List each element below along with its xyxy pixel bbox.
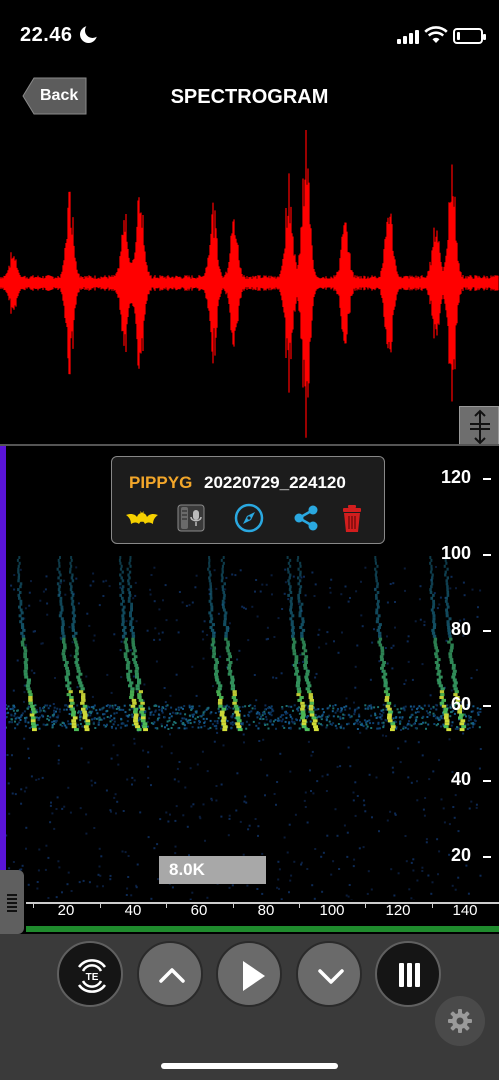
back-button[interactable]: Back <box>22 77 88 115</box>
file-name-label: 20220729_224120 <box>204 473 346 492</box>
time-axis-label: 120 <box>385 902 411 919</box>
play-icon <box>243 961 265 991</box>
time-axis-tick <box>365 902 366 908</box>
frequency-axis-label: 40 <box>450 769 471 789</box>
te-trigger-button[interactable]: TE <box>57 941 123 1007</box>
time-axis-tick <box>33 902 34 908</box>
playback-progress[interactable] <box>26 926 499 932</box>
frequency-readout-value: 8.0K <box>169 860 205 879</box>
frequency-readout: 8.0K <box>159 856 266 884</box>
compass-icon[interactable] <box>232 501 266 535</box>
time-axis-tick <box>299 902 300 908</box>
playback-cursor[interactable] <box>0 446 6 870</box>
do-not-disturb-icon <box>80 23 100 43</box>
frequency-axis-tick <box>483 478 491 480</box>
te-label: TE <box>86 972 99 983</box>
battery-icon <box>453 28 486 44</box>
chevron-up-icon <box>159 968 185 983</box>
frequency-axis-label: 20 <box>450 845 471 865</box>
frequency-axis-label: 120 <box>440 467 471 487</box>
frequency-axis-label: 80 <box>450 619 471 639</box>
home-area <box>0 1030 499 1080</box>
gear-icon <box>448 1009 472 1033</box>
waveform-plot[interactable] <box>0 130 499 445</box>
waveform-trace <box>0 130 499 438</box>
frequency-axis-tick <box>483 554 491 556</box>
time-axis-tick <box>432 902 433 908</box>
cellular-signal-icon <box>397 28 419 44</box>
settings-button[interactable] <box>435 996 485 1046</box>
resize-vertical-icon <box>470 409 490 445</box>
back-label: Back <box>40 87 79 104</box>
bat-icon[interactable] <box>125 501 159 535</box>
down-button[interactable] <box>296 941 362 1007</box>
drawer-handle[interactable] <box>0 870 24 934</box>
te-trigger-icon: TE <box>77 959 107 993</box>
bat-call-sweep <box>296 556 319 732</box>
frequency-axis-label: 60 <box>450 694 471 714</box>
time-axis-tick <box>166 902 167 908</box>
page-title: SPECTROGRAM <box>170 86 329 108</box>
chevron-down-icon <box>318 969 344 984</box>
up-button[interactable] <box>137 941 203 1007</box>
zoom-handle[interactable] <box>459 406 499 446</box>
time-axis-tick <box>100 902 101 908</box>
status-bar: 22.46 <box>0 0 499 70</box>
time-axis-label: 140 <box>452 902 478 919</box>
species-label: PIPPYG <box>129 473 193 492</box>
time-axis-tick <box>233 902 234 908</box>
time-axis-label: 80 <box>257 902 275 919</box>
pause-bars-button[interactable] <box>375 941 441 1007</box>
time-axis-label: 40 <box>124 902 142 919</box>
bat-call-sweep <box>220 556 243 732</box>
frequency-axis-label: 100 <box>440 543 471 563</box>
share-icon[interactable] <box>289 501 323 535</box>
time-axis-label: 60 <box>190 902 208 919</box>
home-indicator <box>161 1063 338 1069</box>
time-axis-label: 100 <box>319 902 345 919</box>
status-time: 22.46 <box>20 24 73 46</box>
time-axis-label: 20 <box>57 902 75 919</box>
three-bars-icon <box>399 963 420 987</box>
bat-call-sweep <box>207 556 228 732</box>
trash-icon[interactable] <box>335 501 369 535</box>
microphone-info-icon[interactable] <box>174 501 208 535</box>
bat-call-sweep <box>16 556 37 732</box>
recording-info-popup: PIPPYG 20220729_224120 <box>111 456 385 544</box>
frequency-axis-tick <box>483 630 491 632</box>
frequency-axis-tick <box>483 856 491 858</box>
wifi-icon <box>424 26 448 43</box>
frequency-axis-tick <box>483 705 491 707</box>
play-button[interactable] <box>216 941 282 1007</box>
frequency-axis-tick <box>483 780 491 782</box>
